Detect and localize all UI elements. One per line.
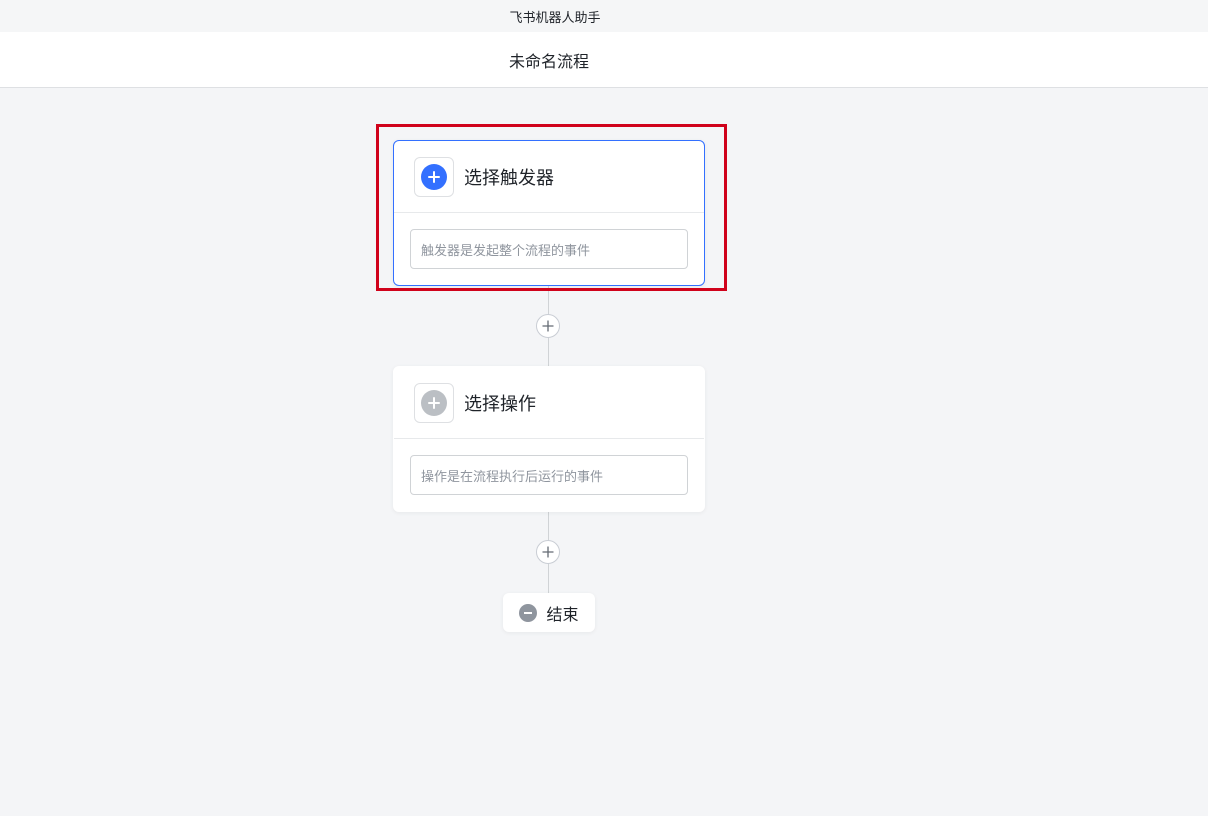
trigger-node-header: 选择触发器 <box>394 141 704 213</box>
trigger-node[interactable]: 选择触发器 触发器是发起整个流程的事件 <box>393 140 705 286</box>
trigger-node-description: 触发器是发起整个流程的事件 <box>410 229 688 269</box>
app-title-bar: 飞书机器人助手 <box>0 0 1208 32</box>
trigger-node-title: 选择触发器 <box>464 167 554 189</box>
action-node[interactable]: 选择操作 操作是在流程执行后运行的事件 <box>393 366 705 512</box>
action-node-title: 选择操作 <box>464 393 536 415</box>
flow-name[interactable]: 未命名流程 <box>509 48 589 72</box>
trigger-icon-box <box>414 156 454 197</box>
plus-icon <box>542 546 554 558</box>
action-icon-box <box>414 382 454 423</box>
plus-circle-icon <box>421 163 447 190</box>
add-step-button[interactable] <box>536 540 560 564</box>
minus-circle-icon <box>519 603 538 622</box>
action-node-header: 选择操作 <box>394 367 704 439</box>
plus-icon <box>542 320 554 332</box>
add-step-button[interactable] <box>536 314 560 338</box>
flow-canvas: 选择触发器 触发器是发起整个流程的事件 选择操作 操作是在流程执行后运行的事件 … <box>0 88 1208 816</box>
flow-header: 未命名流程 <box>0 32 1208 88</box>
app-title: 飞书机器人助手 <box>509 10 601 26</box>
action-node-description: 操作是在流程执行后运行的事件 <box>410 455 688 495</box>
end-node-label: 结束 <box>546 604 579 624</box>
end-node: 结束 <box>503 593 595 632</box>
plus-circle-icon <box>421 389 447 416</box>
